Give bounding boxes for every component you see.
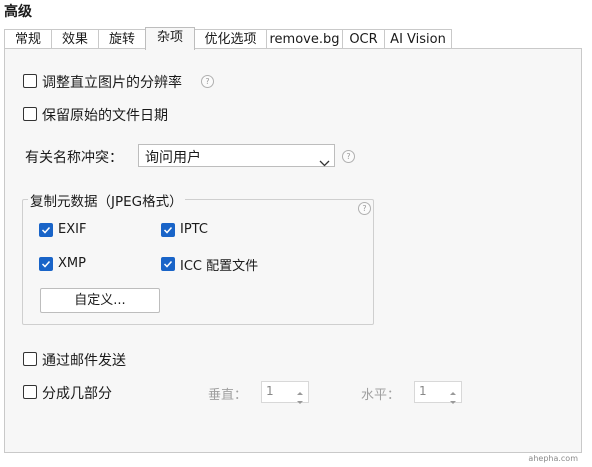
icc-label: ICC 配置文件 [180,259,259,274]
checkmark-icon [41,226,51,234]
exif-label: EXIF [58,222,87,237]
name-conflict-select[interactable]: 询问用户 [138,144,335,167]
vertical-spinner[interactable]: 1 [261,381,309,404]
exif-checkbox[interactable] [39,223,53,237]
checkmark-icon [163,226,173,234]
vertical-value: 1 [266,384,274,398]
xmp-checkbox[interactable] [39,257,53,271]
iptc-checkbox[interactable] [161,223,175,237]
keep-date-label: 保留原始的文件日期 [42,108,168,124]
email-label: 通过邮件发送 [42,353,126,369]
checkmark-icon [41,260,51,268]
help-icon[interactable]: ? [342,150,355,163]
checkmark-icon [163,260,173,268]
horizontal-value: 1 [419,384,427,398]
spin-down-icon[interactable] [446,392,460,404]
spin-up-icon[interactable] [293,383,307,395]
horizontal-label: 水平： [361,388,401,403]
split-label: 分成几部分 [42,386,112,402]
chevron-down-icon [319,152,330,171]
spin-down-icon[interactable] [293,392,307,404]
help-icon[interactable]: ? [358,202,371,215]
custom-button[interactable]: 自定义... [40,288,160,313]
adjust-dpi-checkbox[interactable] [23,74,37,88]
horizontal-spinner[interactable]: 1 [414,381,462,404]
watermark: ahepha.com [528,454,578,463]
panel-content: 调整直立图片的分辨率 ? 保留原始的文件日期 有关名称冲突： 询问用户 ? 复制… [0,0,592,467]
spin-up-icon[interactable] [446,383,460,395]
adjust-dpi-label: 调整直立图片的分辨率 [42,75,182,91]
vertical-label: 垂直： [208,388,248,403]
split-checkbox[interactable] [23,385,37,399]
keep-date-checkbox[interactable] [23,107,37,121]
name-conflict-label: 有关名称冲突： [25,150,123,166]
xmp-label: XMP [58,256,86,271]
email-checkbox[interactable] [23,352,37,366]
help-icon[interactable]: ? [201,75,214,88]
name-conflict-value: 询问用户 [145,150,201,166]
iptc-label: IPTC [180,222,208,237]
metadata-group-title: 复制元数据（JPEG格式） [28,190,185,210]
icc-checkbox[interactable] [161,257,175,271]
